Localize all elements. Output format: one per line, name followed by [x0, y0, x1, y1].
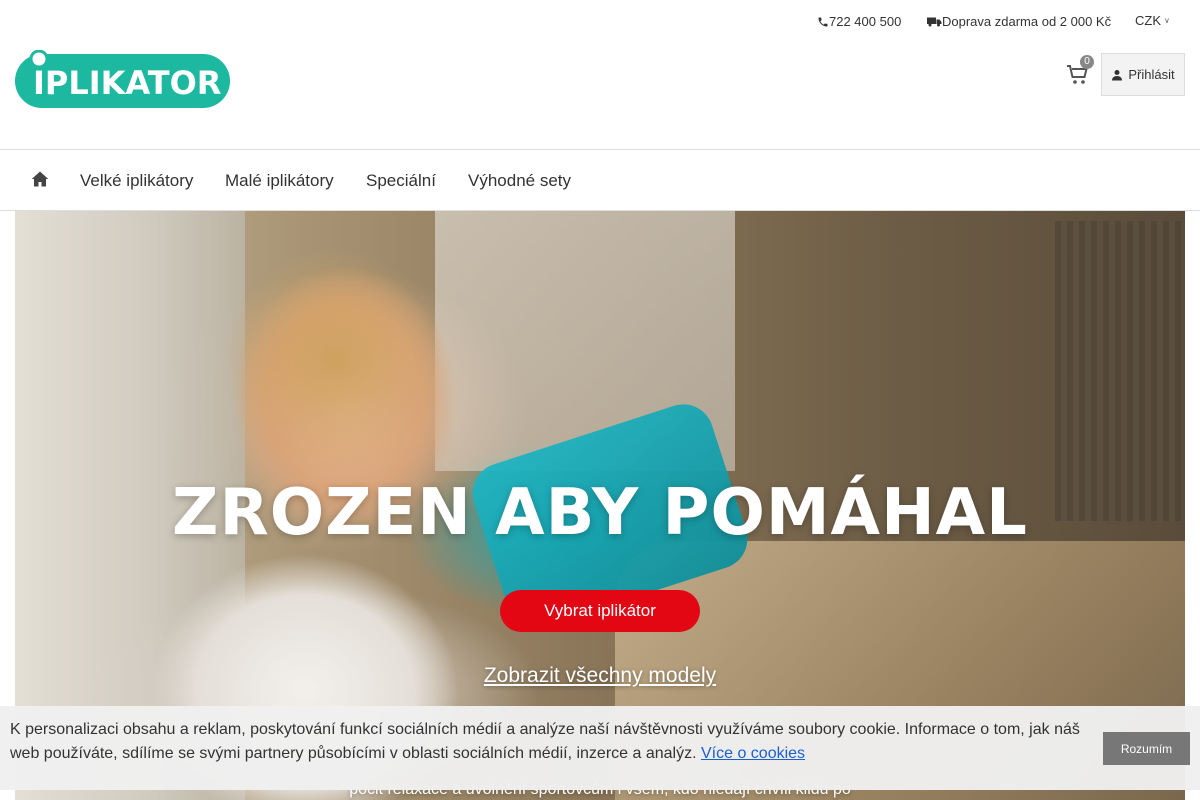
- chevron-down-icon: ∨: [1164, 16, 1170, 25]
- nav-item-velke-iplikatory[interactable]: Velké iplikátory: [80, 171, 193, 191]
- login-label: Přihlásit: [1128, 67, 1175, 82]
- cookie-more-link[interactable]: Více o cookies: [701, 745, 805, 762]
- logo-text: IPLIKATOR: [33, 64, 221, 102]
- phone-contact[interactable]: 722 400 500: [817, 14, 901, 29]
- phone-icon: [818, 17, 828, 26]
- home-icon: [31, 171, 49, 187]
- nav-item-specialni[interactable]: Speciální: [366, 171, 436, 191]
- cookie-accept-button[interactable]: Rozumím: [1103, 732, 1190, 765]
- login-button[interactable]: Přihlásit: [1101, 53, 1185, 96]
- main-nav: Velké iplikátory Malé iplikátory Speciál…: [0, 149, 1200, 211]
- site-logo[interactable]: IPLIKATOR: [15, 49, 230, 110]
- top-bar: 722 400 500 Doprava zdarma od 2 000 Kč C…: [0, 0, 1200, 44]
- nav-item-male-iplikatory[interactable]: Malé iplikátory: [225, 171, 334, 191]
- free-shipping-info: Doprava zdarma od 2 000 Kč: [927, 14, 1111, 29]
- cart-count-badge: 0: [1080, 55, 1094, 69]
- currency-select[interactable]: CZK ∨: [1135, 13, 1170, 28]
- currency-value: CZK: [1135, 13, 1161, 28]
- hero-title: ZROZEN ABY POMÁHAL: [172, 476, 1028, 550]
- cookie-bar: K personalizaci obsahu a reklam, poskyto…: [0, 706, 1200, 790]
- cookie-text: K personalizaci obsahu a reklam, poskyto…: [10, 721, 1080, 762]
- show-all-models-link[interactable]: Zobrazit všechny modely: [15, 664, 1185, 688]
- choose-iplikator-button[interactable]: Vybrat iplikátor: [500, 590, 700, 632]
- truck-icon: [927, 17, 942, 26]
- nav-item-vyhodne-sety[interactable]: Výhodné sety: [468, 171, 571, 191]
- phone-number: 722 400 500: [829, 14, 902, 29]
- nav-home[interactable]: [31, 170, 49, 188]
- cookie-message: K personalizaci obsahu a reklam, poskyto…: [10, 718, 1095, 766]
- shipping-text: Doprava zdarma od 2 000 Kč: [942, 14, 1112, 29]
- user-icon: [1112, 69, 1123, 80]
